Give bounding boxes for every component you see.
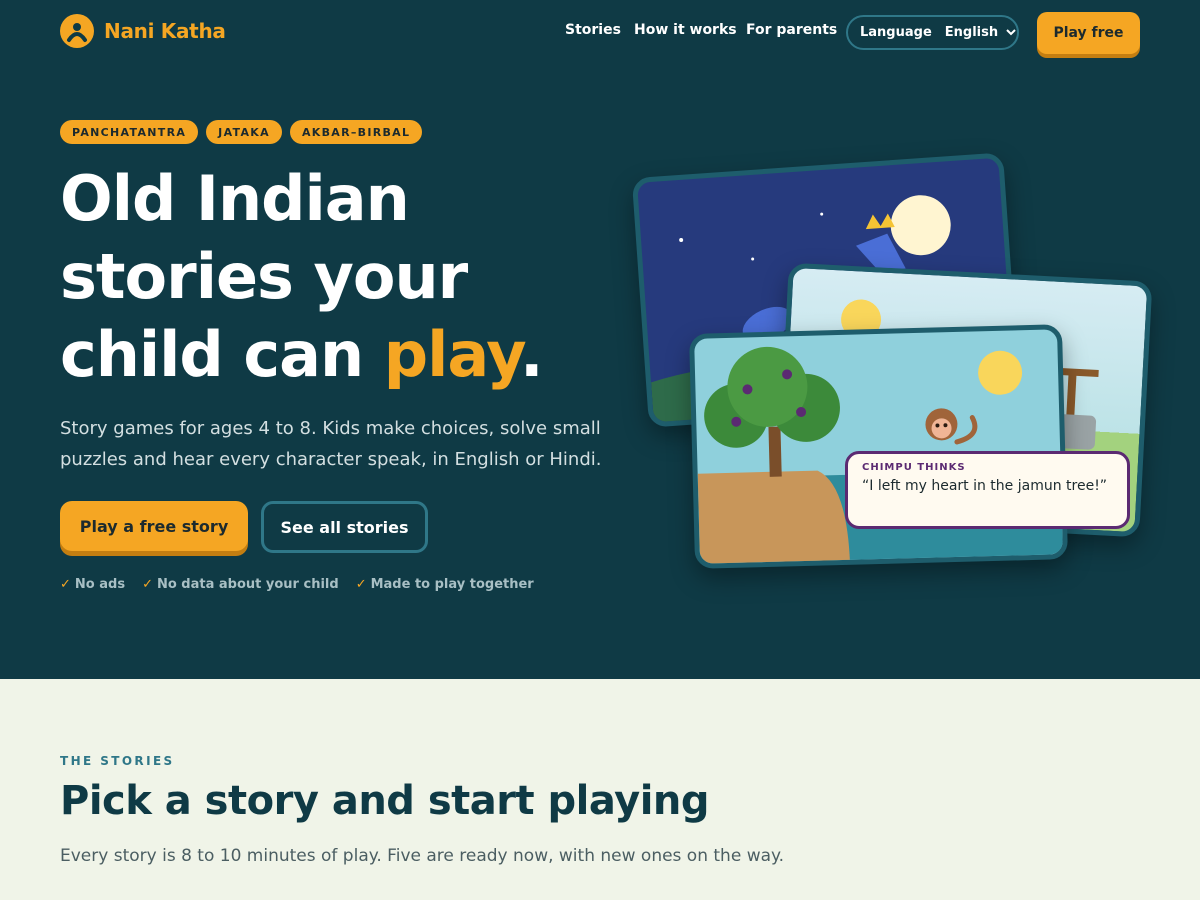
check-icon: ✓ — [142, 577, 153, 592]
speaker-label: CHIMPU THINKS — [862, 462, 966, 473]
check-icon: ✓ — [355, 577, 367, 592]
play-free-story-button[interactable]: Play a free story — [60, 501, 248, 551]
chevron-down-icon — [1006, 26, 1016, 39]
brand-name: Nani Katha — [104, 19, 226, 43]
perk-label: Made to play together — [370, 577, 534, 592]
brand-logo[interactable]: Nani Katha — [60, 14, 226, 48]
nav-how-it-works[interactable]: How it works — [634, 22, 737, 38]
language-value: English — [944, 25, 999, 40]
hero-section: Nani Katha Stories How it works For pare… — [0, 0, 1200, 679]
section-subtitle: Every story is 8 to 10 minutes of play. … — [60, 846, 785, 866]
story-card-monkey-crocodile — [688, 324, 1069, 569]
headline-line-1: Old Indian — [60, 162, 410, 235]
check-icon: ✓ — [60, 577, 71, 592]
perk-label: No ads — [74, 577, 126, 592]
headline-line-2: stories your — [60, 240, 468, 313]
section-eyebrow: THE STORIES — [60, 754, 175, 768]
perk-item: ✓ No data about your child — [142, 577, 339, 592]
see-all-stories-button[interactable]: See all stories — [261, 501, 428, 553]
headline-accent: play — [383, 318, 521, 391]
perk-item: ✓ No ads — [60, 577, 125, 592]
tag-akbar-birbal[interactable]: AKBAR–BIRBAL — [289, 120, 423, 144]
hero-subcopy: Story games for ages 4 to 8. Kids make c… — [60, 418, 602, 470]
language-select[interactable]: Language English — [846, 15, 1019, 50]
section-title: Pick a story and start playing — [60, 778, 710, 824]
character-speech-bubble: CHIMPU THINKS “I left my heart in the ja… — [845, 451, 1130, 529]
headline-suffix: . — [519, 318, 544, 391]
perk-item: ✓ Made to play together — [356, 577, 534, 592]
tag-panchatantra[interactable]: PANCHATANTRA — [60, 120, 199, 144]
story-tags: PANCHATANTRA JATAKA AKBAR–BIRBAL — [60, 120, 423, 144]
language-label: Language — [860, 25, 932, 40]
nav-for-parents[interactable]: For parents — [746, 22, 837, 38]
jamun-tree-illustration — [697, 346, 1069, 569]
hero-headline: Old Indian stories your child can play. — [60, 160, 640, 394]
perk-label: No data about your child — [156, 577, 339, 592]
perk-list: ✓ No ads ✓ No data about your child ✓ Made … — [60, 577, 534, 592]
storyteller-icon — [60, 14, 94, 48]
tag-jataka[interactable]: JATAKA — [206, 120, 282, 144]
nav-stories[interactable]: Stories — [565, 22, 621, 38]
speech-text: “I left my heart in the jamun tree!” — [862, 478, 1108, 494]
headline-line-3: child can — [60, 318, 384, 391]
play-free-button[interactable]: Play free — [1037, 12, 1140, 54]
